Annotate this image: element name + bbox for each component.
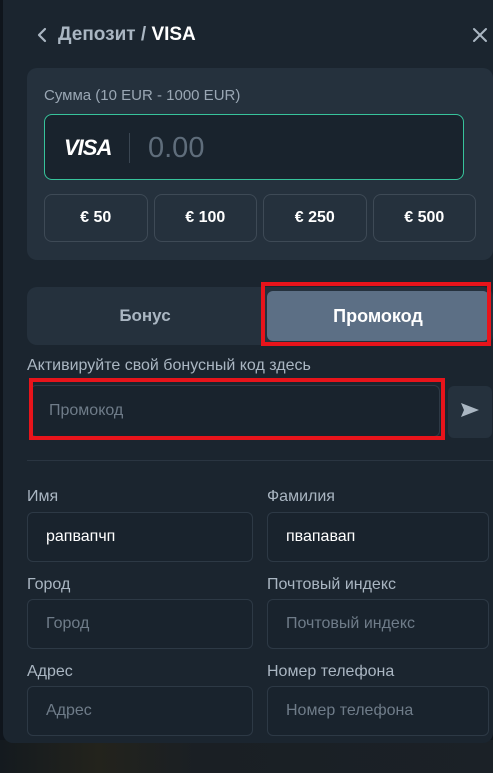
last-name-field[interactable] [267, 512, 489, 562]
amount-divider [129, 133, 130, 163]
promo-label: Активируйте свой бонусный код здесь [27, 357, 311, 374]
zip-field[interactable] [267, 599, 489, 649]
amount-value: 0.00 [148, 132, 205, 164]
deposit-panel: Депозит / VISA Сумма (10 EUR - 1000 EUR)… [3, 0, 493, 743]
title-method: VISA [151, 24, 196, 45]
first-name-field[interactable] [27, 512, 253, 562]
send-icon [460, 402, 480, 423]
tab-promocode[interactable]: Промокод [267, 291, 489, 341]
address-label: Адрес [27, 663, 73, 680]
amount-card: Сумма (10 EUR - 1000 EUR) VISA 0.00 € 50… [27, 68, 493, 260]
phone-label: Номер телефона [267, 663, 395, 680]
chevron-left-icon[interactable] [31, 22, 53, 48]
city-label: Город [27, 576, 71, 593]
preset-100-button[interactable]: € 100 [153, 194, 257, 242]
amount-input[interactable]: VISA 0.00 [44, 114, 464, 180]
tab-bonus[interactable]: Бонус [27, 287, 263, 345]
panel-header: Депозит / VISA [3, 0, 493, 70]
close-icon[interactable] [469, 24, 491, 46]
amount-label: Сумма (10 EUR - 1000 EUR) [44, 87, 241, 104]
visa-logo: VISA [64, 135, 112, 160]
promo-code-input[interactable] [30, 385, 440, 437]
page-title: Депозит / VISA [58, 22, 196, 48]
preset-50-button[interactable]: € 50 [44, 194, 148, 242]
city-field[interactable] [27, 599, 253, 649]
bonus-tabs: Бонус Промокод [27, 287, 493, 345]
first-name-label: Имя [27, 488, 59, 505]
send-button[interactable] [448, 386, 492, 438]
section-divider [27, 460, 493, 461]
preset-500-button[interactable]: € 500 [372, 194, 476, 242]
last-name-label: Фамилия [267, 488, 335, 505]
phone-field[interactable] [267, 686, 489, 736]
amount-presets: € 50 € 100 € 250 € 500 [44, 194, 476, 242]
title-prefix: Депозит / [58, 24, 152, 45]
background-image [0, 740, 493, 773]
preset-250-button[interactable]: € 250 [263, 194, 367, 242]
zip-label: Почтовый индекс [267, 576, 396, 593]
address-field[interactable] [27, 686, 253, 736]
